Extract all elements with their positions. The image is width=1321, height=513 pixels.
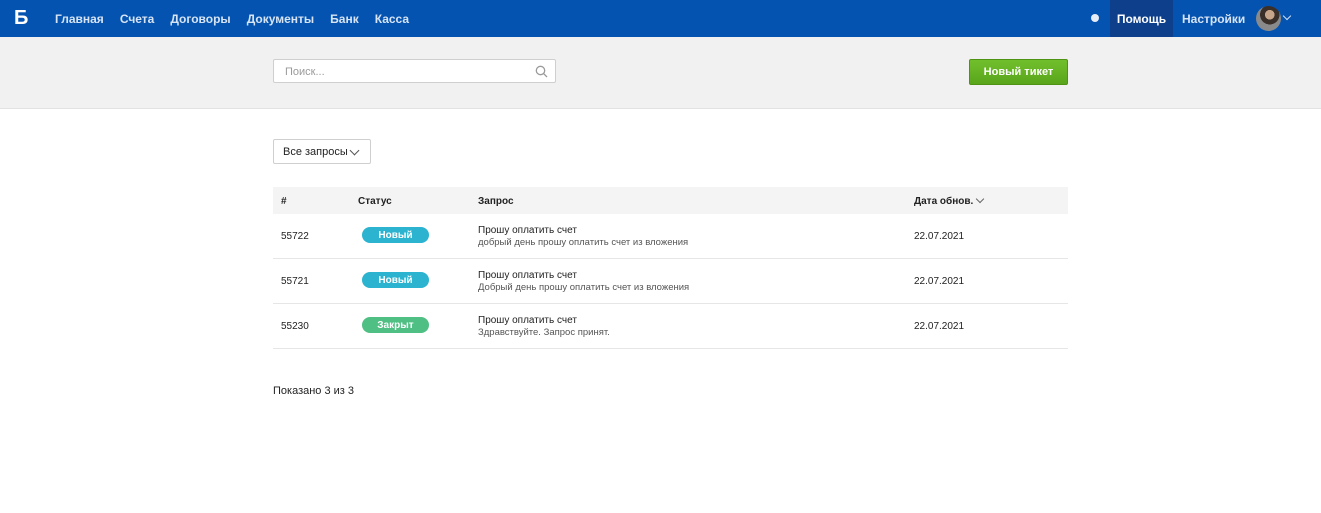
filter-selected-label: Все запросы: [283, 145, 348, 158]
top-navbar: Б Главная Счета Договоры Документы Банк …: [0, 0, 1321, 37]
search-input[interactable]: [283, 60, 537, 84]
tickets-table: # Статус Запрос Дата обнов. 55722 Новый …: [273, 187, 1068, 349]
request-description: Здравствуйте. Запрос принят.: [478, 327, 610, 338]
request-description: добрый день прошу оплатить счет из вложе…: [478, 237, 689, 248]
results-count: Показано 3 из 3: [273, 385, 355, 397]
ticket-id: 55230: [281, 321, 309, 332]
updated-date: 22.07.2021: [914, 276, 965, 287]
ticket-id: 55722: [281, 231, 309, 242]
nav-item-cash[interactable]: Касса: [375, 12, 409, 26]
search-icon[interactable]: [535, 65, 548, 78]
chevron-down-icon[interactable]: [1282, 11, 1292, 21]
user-avatar[interactable]: [1256, 6, 1281, 31]
request-title[interactable]: Прошу оплатить счет: [478, 270, 577, 281]
status-badge: Новый: [362, 227, 429, 243]
column-header-status: Статус: [358, 196, 392, 207]
nav-item-invoices[interactable]: Счета: [120, 12, 155, 26]
request-description: Добрый день прошу оплатить счет из вложе…: [478, 282, 690, 293]
new-ticket-button[interactable]: Новый тикет: [969, 59, 1068, 85]
updated-date: 22.07.2021: [914, 231, 965, 242]
nav-item-settings[interactable]: Настройки: [1182, 0, 1245, 37]
nav-item-home[interactable]: Главная: [55, 12, 104, 26]
nav-item-bank[interactable]: Банк: [330, 12, 359, 26]
sort-chevron-icon[interactable]: [975, 194, 985, 204]
notification-dot-icon[interactable]: [1091, 14, 1099, 22]
updated-date: 22.07.2021: [914, 321, 965, 332]
table-row[interactable]: 55721 Новый Прошу оплатить счет Добрый д…: [273, 259, 1068, 304]
nav-item-help[interactable]: Помощь: [1110, 0, 1173, 37]
main-nav: Главная Счета Договоры Документы Банк Ка…: [47, 0, 417, 37]
ticket-id: 55721: [281, 276, 309, 287]
column-header-id: #: [281, 196, 287, 207]
status-badge: Закрыт: [362, 317, 429, 333]
column-header-request: Запрос: [478, 196, 514, 207]
logo[interactable]: Б: [14, 7, 28, 29]
column-header-date[interactable]: Дата обнов.: [914, 196, 973, 207]
request-title[interactable]: Прошу оплатить счет: [478, 315, 577, 326]
request-title[interactable]: Прошу оплатить счет: [478, 225, 577, 236]
nav-item-contracts[interactable]: Договоры: [170, 12, 230, 26]
chevron-down-icon: [349, 145, 360, 156]
request-filter-dropdown[interactable]: Все запросы: [273, 139, 371, 164]
status-badge: Новый: [362, 272, 429, 288]
nav-item-documents[interactable]: Документы: [247, 12, 314, 26]
table-header: # Статус Запрос Дата обнов.: [273, 187, 1068, 214]
table-row[interactable]: 55722 Новый Прошу оплатить счет добрый д…: [273, 214, 1068, 259]
toolbar-area: Новый тикет: [0, 37, 1321, 109]
table-row[interactable]: 55230 Закрыт Прошу оплатить счет Здравст…: [273, 304, 1068, 349]
search-box: [273, 59, 556, 84]
